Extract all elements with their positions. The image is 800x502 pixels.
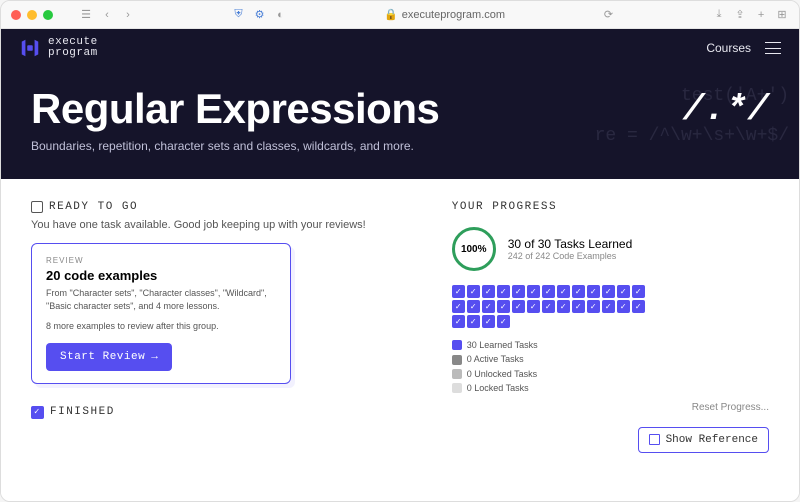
maximize-window-button[interactable] (43, 10, 53, 20)
ready-subtext: You have one task available. Good job ke… (31, 219, 412, 231)
reference-icon (649, 434, 660, 445)
task-cell[interactable]: ✓ (497, 285, 510, 298)
task-cell[interactable]: ✓ (452, 285, 465, 298)
legend-locked: 0 Locked Tasks (452, 381, 769, 395)
task-cell[interactable]: ✓ (632, 300, 645, 313)
task-cell[interactable]: ✓ (542, 285, 555, 298)
page-title: Regular Expressions (31, 85, 769, 133)
minimize-window-button[interactable] (27, 10, 37, 20)
hero-banner: test('A+') re = /^\w+\s+\w+$/ Regular Ex… (1, 67, 799, 179)
review-title: 20 code examples (46, 268, 276, 283)
check-icon: ✓ (31, 406, 44, 419)
new-tab-icon[interactable]: + (754, 8, 768, 22)
url-text: executeprogram.com (402, 9, 505, 21)
task-cell[interactable]: ✓ (557, 300, 570, 313)
hamburger-menu-icon[interactable] (765, 42, 781, 54)
progress-summary: 100% 30 of 30 Tasks Learned 242 of 242 C… (452, 227, 769, 271)
lock-icon: 🔒 (384, 8, 398, 21)
task-cell[interactable]: ✓ (512, 285, 525, 298)
task-cell[interactable]: ✓ (602, 300, 615, 313)
review-note: 8 more examples to review after this gro… (46, 320, 276, 333)
task-cell[interactable]: ✓ (572, 300, 585, 313)
forward-button[interactable]: › (121, 8, 135, 22)
reset-progress-link[interactable]: Reset Progress... (452, 402, 769, 413)
task-cell[interactable]: ✓ (467, 300, 480, 313)
task-cell[interactable]: ✓ (452, 315, 465, 328)
task-cell[interactable]: ✓ (587, 285, 600, 298)
task-cell[interactable]: ✓ (452, 300, 465, 313)
task-cell[interactable]: ✓ (482, 315, 495, 328)
task-cell[interactable]: ✓ (527, 285, 540, 298)
window-controls (11, 10, 53, 20)
task-cell[interactable]: ✓ (617, 285, 630, 298)
progress-heading: YOUR PROGRESS (452, 201, 769, 213)
progress-legend: 30 Learned Tasks 0 Active Tasks 0 Unlock… (452, 338, 769, 396)
ready-icon (31, 201, 43, 213)
code-examples-text: 242 of 242 Code Examples (508, 251, 633, 261)
legend-unlocked: 0 Unlocked Tasks (452, 367, 769, 381)
task-cell[interactable]: ✓ (482, 300, 495, 313)
nav-courses[interactable]: Courses (706, 41, 751, 55)
task-cell[interactable]: ✓ (557, 285, 570, 298)
close-window-button[interactable] (11, 10, 21, 20)
tasks-learned-text: 30 of 30 Tasks Learned (508, 237, 633, 251)
task-cell[interactable]: ✓ (617, 300, 630, 313)
shield-icon[interactable]: ⛨ (232, 8, 246, 22)
task-cell[interactable]: ✓ (512, 300, 525, 313)
task-cell[interactable]: ✓ (587, 300, 600, 313)
sidebar-toggle-icon[interactable]: ☰ (79, 8, 93, 22)
task-cell[interactable]: ✓ (467, 285, 480, 298)
hero-regex-symbol: /.*/ (683, 89, 769, 130)
ready-section-heading: READY TO GO (31, 201, 412, 213)
legend-learned: 30 Learned Tasks (452, 338, 769, 352)
legend-active: 0 Active Tasks (452, 352, 769, 366)
logo-icon (19, 37, 41, 59)
refresh-icon[interactable]: ⟳ (602, 8, 616, 22)
task-cell[interactable]: ✓ (467, 315, 480, 328)
review-tag: REVIEW (46, 256, 276, 265)
app-header: execute program Courses (1, 29, 799, 67)
show-reference-button[interactable]: Show Reference (638, 427, 769, 453)
logo-text: execute program (48, 37, 98, 59)
browser-titlebar: ☰ ‹ › ⛨ ⚙ ◐ 🔒 executeprogram.com ⟳ ⤓ ⇪ +… (1, 1, 799, 29)
tabs-icon[interactable]: ⊞ (775, 8, 789, 22)
task-cell[interactable]: ✓ (497, 300, 510, 313)
start-review-button[interactable]: Start Review → (46, 343, 172, 371)
task-cell[interactable]: ✓ (482, 285, 495, 298)
task-cell[interactable]: ✓ (632, 285, 645, 298)
finished-section-heading: ✓ FINISHED (31, 406, 412, 419)
task-grid: ✓✓✓✓✓✓✓✓✓✓✓✓✓✓✓✓✓✓✓✓✓✓✓✓✓✓✓✓✓✓ (452, 285, 652, 328)
task-cell[interactable]: ✓ (602, 285, 615, 298)
task-cell[interactable]: ✓ (497, 315, 510, 328)
logo[interactable]: execute program (19, 37, 98, 59)
settings-icon[interactable]: ⚙ (253, 8, 267, 22)
download-icon[interactable]: ⤓ (712, 8, 726, 22)
page-subtitle: Boundaries, repetition, character sets a… (31, 139, 769, 153)
url-bar[interactable]: 🔒 executeprogram.com (384, 8, 505, 21)
task-cell[interactable]: ✓ (542, 300, 555, 313)
review-description: From "Character sets", "Character classe… (46, 287, 276, 312)
reader-icon[interactable]: ◐ (274, 8, 288, 22)
progress-ring: 100% (452, 227, 496, 271)
share-icon[interactable]: ⇪ (733, 8, 747, 22)
review-card[interactable]: REVIEW 20 code examples From "Character … (31, 243, 291, 384)
main-content: READY TO GO You have one task available.… (1, 179, 799, 502)
back-button[interactable]: ‹ (100, 8, 114, 22)
task-cell[interactable]: ✓ (572, 285, 585, 298)
task-cell[interactable]: ✓ (527, 300, 540, 313)
arrow-right-icon: → (151, 351, 158, 363)
